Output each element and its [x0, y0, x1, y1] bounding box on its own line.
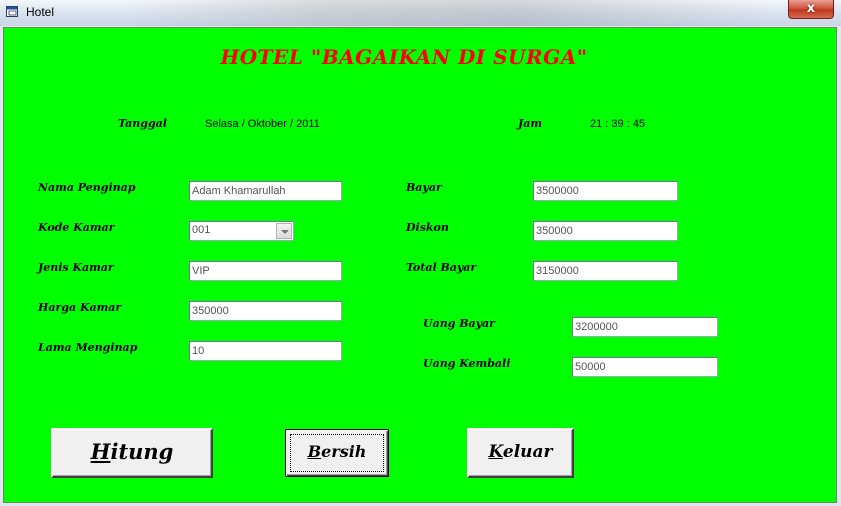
change-label: Uang Kembali — [423, 357, 511, 370]
title-bar[interactable]: Hotel — [0, 0, 841, 26]
total-pay-field[interactable]: 3150000 — [533, 261, 678, 281]
room-code-label: Kode Kamar — [38, 221, 115, 234]
stay-length-field[interactable]: 10 — [189, 341, 342, 361]
room-price-label: Harga Kamar — [38, 301, 122, 314]
discount-label: Diskon — [406, 221, 449, 234]
pay-field[interactable]: 3500000 — [533, 181, 678, 201]
pay-label: Bayar — [406, 181, 442, 194]
time-label: Jam — [518, 117, 542, 130]
guest-name-label: Nama Penginap — [38, 181, 136, 194]
change-field[interactable]: 50000 — [572, 357, 718, 377]
room-code-dropdown[interactable]: 001 — [189, 221, 294, 241]
keluar-button[interactable]: Keluar — [467, 428, 574, 478]
close-button[interactable]: x — [788, 0, 834, 19]
room-code-value: 001 — [192, 224, 211, 236]
date-value: Selasa / Oktober / 2011 — [205, 118, 320, 130]
guest-name-field[interactable]: Adam Khamarullah — [189, 181, 342, 201]
room-type-label: Jenis Kamar — [38, 261, 114, 274]
date-label: Tanggal — [118, 117, 167, 130]
stay-length-label: Lama Menginap — [38, 341, 138, 354]
room-type-field[interactable]: VIP — [189, 261, 342, 281]
total-pay-label: Total Bayar — [406, 261, 477, 274]
hitung-button[interactable]: Hitung — [51, 428, 213, 478]
cash-paid-label: Uang Bayar — [423, 317, 495, 330]
window-app-icon — [6, 6, 18, 17]
focus-rectangle — [290, 434, 384, 472]
window-title: Hotel — [26, 5, 55, 19]
hotel-form: HOTEL "BAGAIKAN DI SURGA" Tanggal Selasa… — [3, 27, 837, 503]
bersih-button[interactable]: Bersih — [285, 429, 389, 477]
cash-paid-field[interactable]: 3200000 — [572, 317, 718, 337]
discount-field[interactable]: 350000 — [533, 221, 678, 241]
page-title: HOTEL "BAGAIKAN DI SURGA" — [220, 45, 588, 69]
chevron-down-icon[interactable] — [276, 223, 292, 239]
time-value: 21 : 39 : 45 — [590, 118, 646, 130]
close-icon: x — [806, 1, 816, 16]
room-price-field[interactable]: 350000 — [189, 301, 342, 321]
